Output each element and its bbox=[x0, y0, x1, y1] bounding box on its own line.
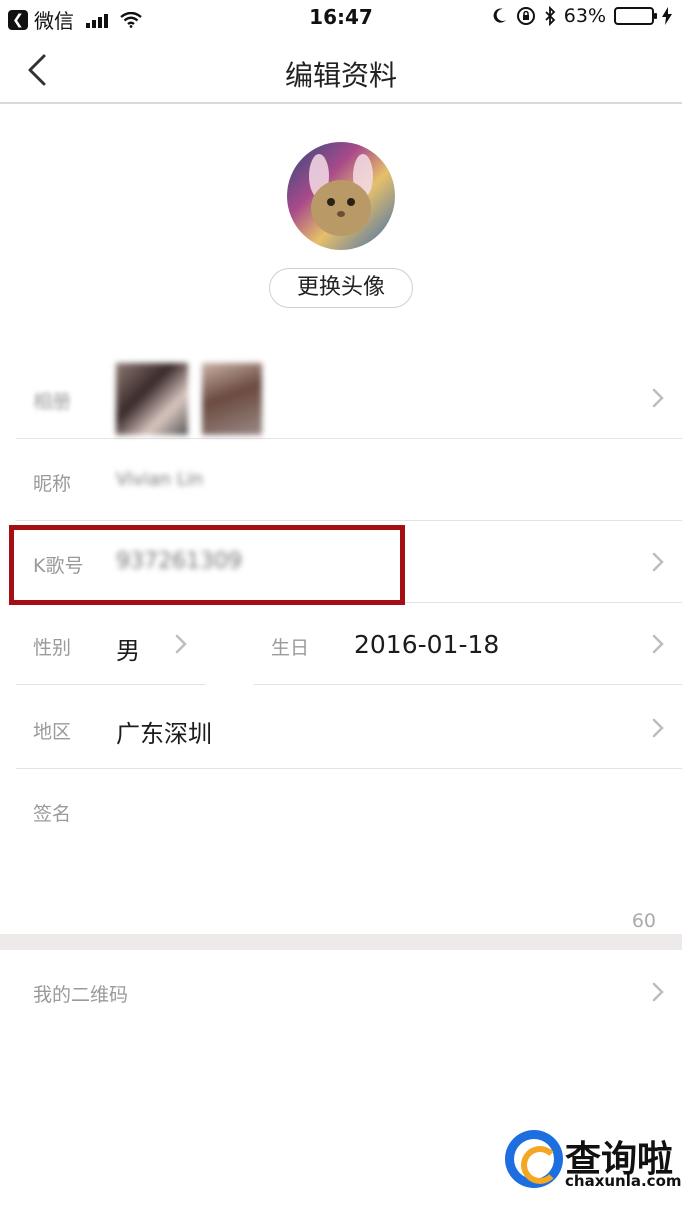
cat-avatar-image bbox=[309, 154, 373, 236]
highlight-box bbox=[9, 525, 405, 605]
chevron-right-icon bbox=[652, 718, 664, 738]
row-region[interactable]: 地区 广东深圳 bbox=[16, 685, 682, 769]
nickname-value: Vivian Lin bbox=[116, 469, 204, 490]
chevron-right-icon bbox=[652, 634, 664, 654]
birthday-value: 2016-01-18 bbox=[354, 630, 500, 659]
row-birthday[interactable]: 生日 2016-01-18 bbox=[254, 603, 682, 685]
chevron-right-icon bbox=[175, 634, 187, 654]
row-nickname-label: 昵称 bbox=[33, 473, 72, 495]
battery-icon bbox=[614, 7, 657, 25]
moon-icon bbox=[493, 8, 506, 23]
page-title: 编辑资料 bbox=[284, 59, 397, 92]
bluetooth-icon bbox=[545, 6, 556, 26]
row-qrcode[interactable]: 我的二维码 bbox=[16, 950, 682, 1034]
signature-field[interactable]: 签名 bbox=[16, 769, 682, 934]
battery-percent: 63% bbox=[563, 5, 606, 27]
watermark-subtitle: chaxunla.com bbox=[565, 1172, 682, 1190]
charging-icon bbox=[662, 7, 672, 25]
album-photo-1[interactable] bbox=[116, 363, 188, 435]
chevron-right-icon bbox=[652, 388, 664, 408]
section-divider bbox=[0, 934, 682, 950]
signature-char-count: 60 bbox=[631, 910, 656, 932]
change-avatar-button[interactable]: 更换头像 bbox=[269, 268, 413, 308]
row-gender-label: 性别 bbox=[33, 637, 72, 659]
signature-label: 签名 bbox=[33, 803, 72, 825]
orientation-lock-icon bbox=[516, 7, 535, 25]
nav-bar: 编辑资料 bbox=[0, 36, 682, 104]
watermark-logo-icon bbox=[505, 1130, 563, 1188]
row-birthday-label: 生日 bbox=[271, 637, 310, 659]
status-bar: ❮ 微信 16:47 63% bbox=[0, 0, 682, 36]
row-album-label: 相册 bbox=[33, 391, 72, 413]
row-nickname[interactable]: 昵称 Vivian Lin bbox=[16, 439, 682, 521]
avatar[interactable] bbox=[287, 142, 395, 250]
region-value: 广东深圳 bbox=[116, 720, 212, 748]
watermark-logo: 查询啦 chaxunla.com bbox=[505, 1130, 682, 1194]
album-photo-2[interactable] bbox=[202, 363, 262, 435]
chevron-right-icon bbox=[652, 552, 664, 572]
chevron-right-icon bbox=[652, 982, 664, 1002]
row-album[interactable]: 相册 bbox=[16, 357, 682, 439]
row-gender[interactable]: 性别 男 bbox=[16, 603, 206, 685]
row-region-label: 地区 bbox=[33, 721, 72, 743]
status-right: 63% bbox=[492, 5, 672, 27]
row-qrcode-label: 我的二维码 bbox=[33, 984, 129, 1006]
gender-value: 男 bbox=[116, 637, 140, 665]
